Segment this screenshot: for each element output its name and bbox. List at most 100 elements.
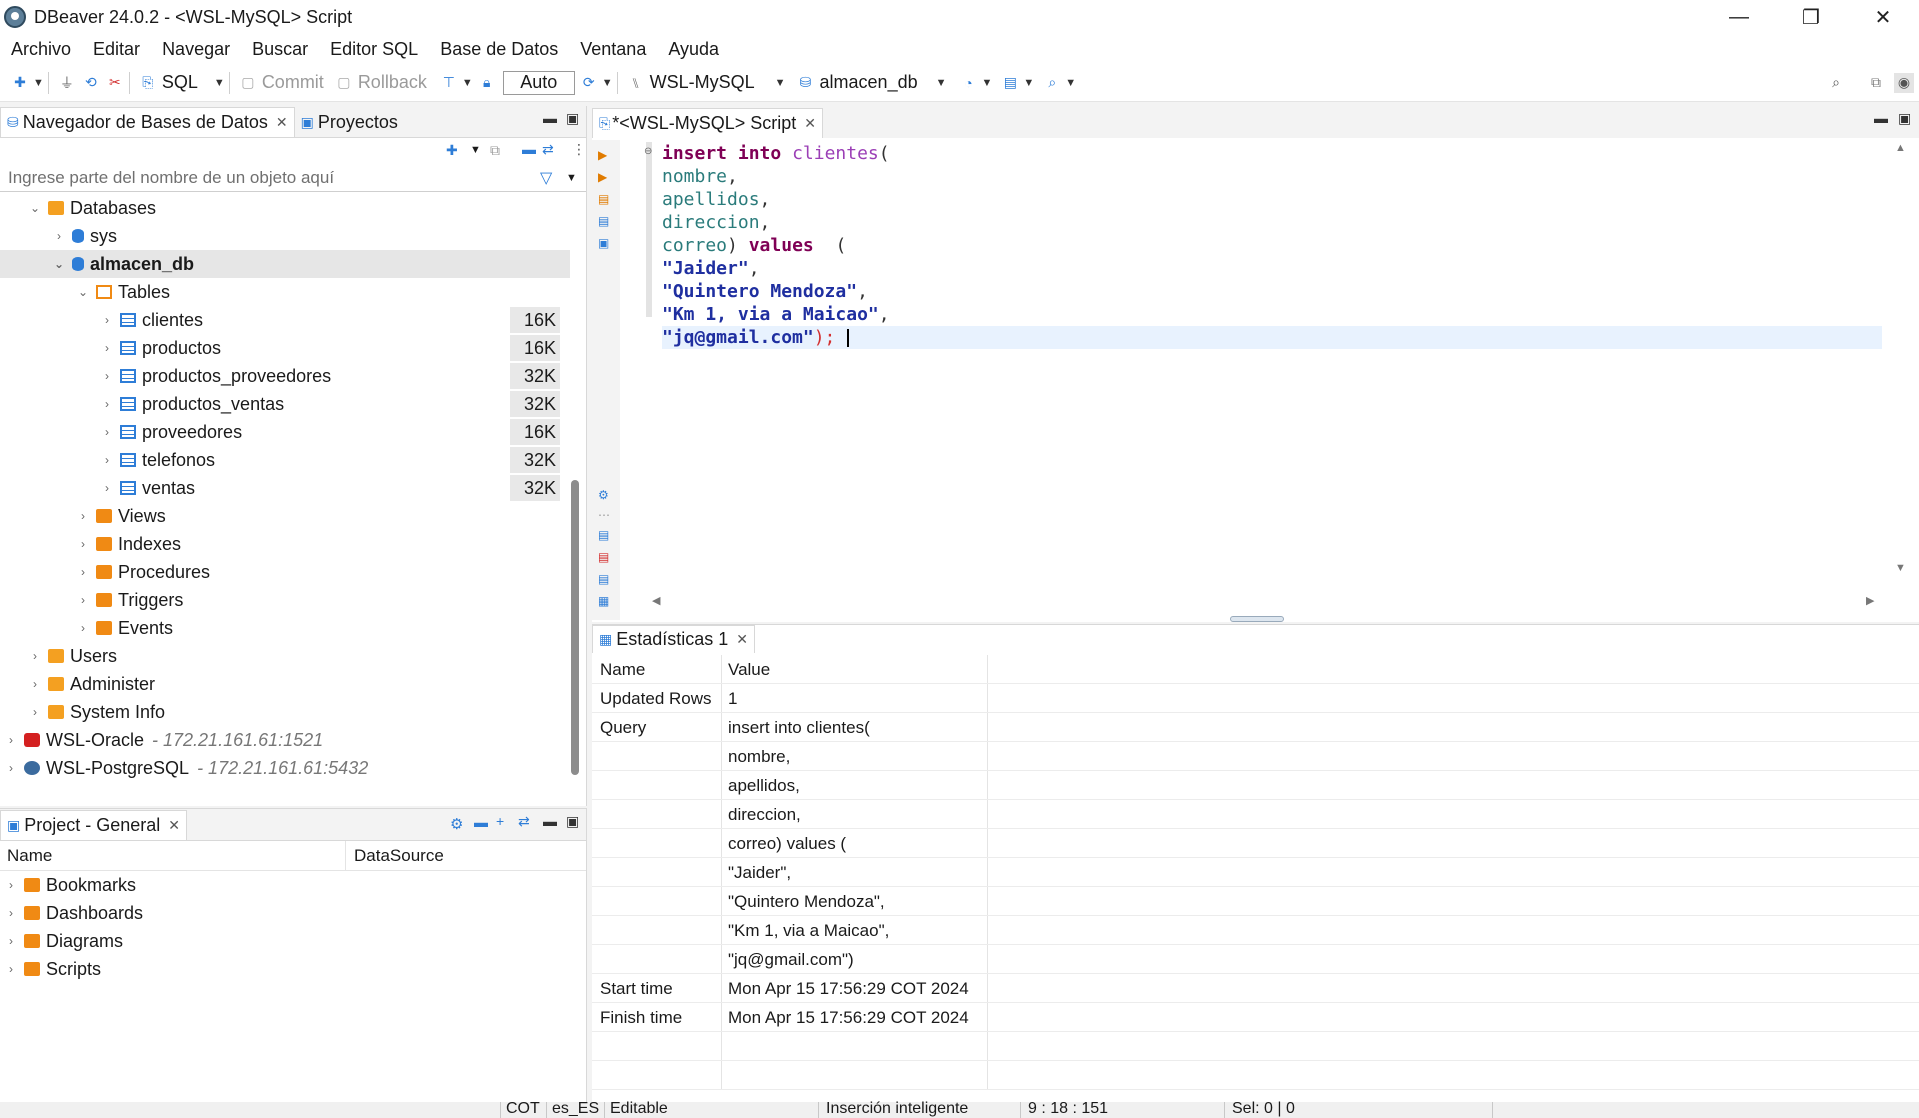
format-icon[interactable]: ▤	[598, 528, 612, 542]
chevron-down-icon[interactable]: ⌄	[52, 257, 66, 271]
filter-icon[interactable]: ▽	[540, 168, 552, 188]
tree-databases[interactable]: ⌄ Databases	[0, 194, 570, 222]
project-item-diagrams[interactable]: › Diagrams	[0, 927, 586, 955]
maximize-button[interactable]: ❐	[1775, 0, 1847, 34]
execute-new-tab-icon[interactable]: ▶	[598, 170, 612, 184]
filter-input[interactable]: Ingrese parte del nombre de un objeto aq…	[8, 168, 334, 188]
templates-icon[interactable]: ▤	[598, 572, 612, 586]
close-icon[interactable]: ✕	[804, 115, 816, 132]
chevron-down-icon[interactable]: ▼	[214, 77, 225, 89]
minimize-button[interactable]: —	[1703, 0, 1775, 34]
chevron-right-icon[interactable]: ›	[100, 313, 114, 327]
chevron-right-icon[interactable]: ›	[100, 453, 114, 467]
chevron-down-icon[interactable]: ▼	[33, 77, 44, 89]
close-icon[interactable]: ✕	[736, 631, 748, 648]
grid-row[interactable]: Updated Rows 1	[592, 684, 1919, 713]
chevron-down-icon[interactable]: ▼	[462, 77, 473, 89]
gear-icon[interactable]: ⚙	[450, 815, 463, 833]
collapse-icon[interactable]: ▬	[474, 814, 488, 830]
tab-estadisticas[interactable]: ▦ Estadísticas 1 ✕	[592, 625, 756, 653]
scroll-left-icon[interactable]: ◀	[652, 594, 660, 607]
grid-row[interactable]: "jq@gmail.com")	[592, 945, 1919, 974]
transaction-mode-icon[interactable]: ⊤	[439, 73, 459, 93]
collapse-all-icon[interactable]: ▬	[522, 141, 536, 157]
grid-row[interactable]: Query insert into clientes(	[592, 713, 1919, 742]
chevron-right-icon[interactable]: ›	[4, 878, 18, 892]
navigator-scrollbar[interactable]	[571, 480, 579, 775]
tree-connection-postgresql[interactable]: › WSL-PostgreSQL - 172.21.161.61:5432	[0, 754, 570, 782]
open-perspective-icon[interactable]: ⧉	[1866, 73, 1886, 93]
chevron-right-icon[interactable]: ›	[4, 934, 18, 948]
tab-sql-script[interactable]: ⎘ *<WSL-MySQL> Script ✕	[592, 108, 823, 138]
connect-icon[interactable]: ⏚	[57, 73, 77, 93]
tree-tables-folder[interactable]: ⌄ Tables	[0, 278, 570, 306]
tree-users[interactable]: › Users	[0, 642, 570, 670]
col-datasource-header[interactable]: DataSource	[346, 846, 444, 866]
chevron-right-icon[interactable]: ›	[52, 229, 66, 243]
chevron-right-icon[interactable]: ›	[28, 649, 42, 663]
chevron-down-icon[interactable]: ▼	[936, 77, 947, 89]
gear-icon[interactable]: ⚙	[598, 488, 612, 502]
tree-db-sys[interactable]: › sys	[0, 222, 570, 250]
new-connection-icon[interactable]: ✚	[10, 73, 30, 93]
chevron-down-icon[interactable]: ▼	[602, 77, 613, 89]
tree-administer[interactable]: › Administer	[0, 670, 570, 698]
sql-editor-button[interactable]: SQL	[162, 72, 198, 93]
scroll-up-icon[interactable]: ▲	[1895, 142, 1906, 154]
tree-folder-triggers[interactable]: › Triggers	[0, 586, 570, 614]
chevron-right-icon[interactable]: ›	[4, 761, 18, 775]
chevron-right-icon[interactable]: ›	[100, 369, 114, 383]
menu-navegar[interactable]: Navegar	[162, 39, 230, 60]
output-console-icon[interactable]: ▣	[598, 236, 612, 250]
rollback-button[interactable]: Rollback	[358, 72, 427, 93]
tree-folder-views[interactable]: › Views	[0, 502, 570, 530]
view-menu-icon[interactable]: ⋮	[572, 141, 586, 158]
chevron-down-icon[interactable]: ⌄	[28, 201, 42, 215]
minimize-panel-icon[interactable]: ▬	[1874, 110, 1888, 126]
history-icon[interactable]: ⟳	[579, 73, 599, 93]
global-search-icon[interactable]: ⌕	[1826, 73, 1846, 93]
editor-horizontal-scrollbar[interactable]: ◀ ▶	[652, 594, 1912, 610]
maximize-panel-icon[interactable]: ▣	[566, 813, 579, 830]
chevron-down-icon[interactable]: ⌄	[76, 285, 90, 299]
chevron-right-icon[interactable]: ›	[76, 621, 90, 635]
active-database-selector[interactable]: almacen_db	[820, 72, 918, 93]
editor-vertical-scrollbar[interactable]: ▲ ▼	[1892, 142, 1908, 582]
tree-db-almacen[interactable]: ⌄ almacen_db	[0, 250, 570, 278]
chevron-right-icon[interactable]: ›	[4, 906, 18, 920]
commit-button[interactable]: Commit	[262, 72, 324, 93]
close-icon[interactable]: ✕	[276, 114, 288, 131]
sql-code-area[interactable]: insert into clientes( nombre, apellidos,…	[662, 142, 1882, 349]
tree-folder-procedures[interactable]: › Procedures	[0, 558, 570, 586]
project-item-bookmarks[interactable]: › Bookmarks	[0, 871, 586, 899]
grid-row[interactable]: Start time Mon Apr 15 17:56:29 COT 2024	[592, 974, 1919, 1003]
chevron-right-icon[interactable]: ›	[76, 509, 90, 523]
navigator-filter[interactable]: Ingrese parte del nombre de un objeto aq…	[0, 164, 586, 192]
grid-row[interactable]: direccion,	[592, 800, 1919, 829]
new-connection-icon[interactable]: ✚	[446, 142, 458, 159]
tab-proyectos[interactable]: ▣ Proyectos	[295, 107, 404, 137]
menu-ventana[interactable]: Ventana	[580, 39, 646, 60]
scroll-down-icon[interactable]: ▼	[1895, 562, 1906, 574]
maximize-panel-icon[interactable]: ▣	[566, 110, 579, 127]
dbeaver-perspective-icon[interactable]: ◉	[1894, 72, 1914, 93]
maximize-panel-icon[interactable]: ▣	[1898, 110, 1911, 127]
menu-buscar[interactable]: Buscar	[252, 39, 308, 60]
tree-table-row[interactable]: › proveedores 16K	[0, 418, 570, 446]
chevron-down-icon[interactable]: ▼	[1065, 77, 1076, 89]
chevron-down-icon[interactable]: ▼	[566, 172, 577, 184]
chevron-right-icon[interactable]: ›	[28, 677, 42, 691]
grid-row[interactable]: apellidos,	[592, 771, 1919, 800]
sql-editor-icon[interactable]: ⎘	[138, 73, 158, 93]
disconnect-icon[interactable]: ✂	[105, 73, 125, 93]
tree-table-row[interactable]: › clientes 16K	[0, 306, 570, 334]
minimize-panel-icon[interactable]: ▬	[543, 813, 557, 829]
chevron-right-icon[interactable]: ›	[76, 565, 90, 579]
link-editor-icon[interactable]: ⇄	[542, 141, 554, 158]
tree-table-row[interactable]: › telefonos 32K	[0, 446, 570, 474]
menu-base-de-datos[interactable]: Base de Datos	[440, 39, 558, 60]
execute-statement-icon[interactable]: ▶	[598, 148, 612, 162]
chevron-right-icon[interactable]: ›	[100, 425, 114, 439]
fold-collapse-icon[interactable]: ⊖	[644, 146, 652, 157]
close-button[interactable]: ✕	[1847, 0, 1919, 34]
